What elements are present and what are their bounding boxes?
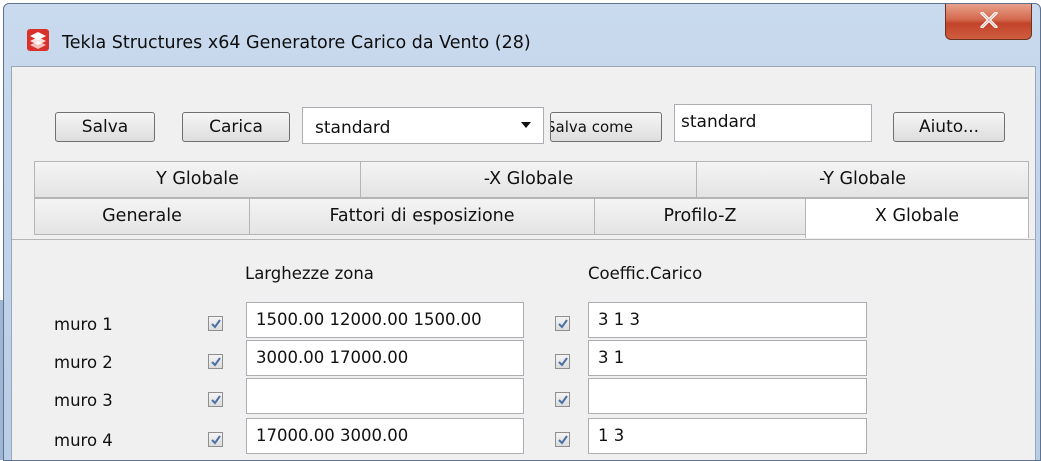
wall-3-zone-checkbox[interactable] [208, 392, 223, 407]
wall-3-zone-widths-input[interactable] [246, 378, 524, 414]
checkmark-icon [211, 435, 221, 445]
tab-fattori-di-esposizione[interactable]: Fattori di esposizione [249, 198, 595, 235]
wall-4-label: muro 4 [54, 431, 113, 450]
wall-4-zone-checkbox[interactable] [208, 432, 223, 447]
dialog-client-area: Salva Carica standard Salva come standar… [11, 66, 1036, 460]
wall-2-load-coeff-input[interactable]: 3 1 [588, 340, 867, 376]
wall-2-coeff-checkbox[interactable] [555, 354, 570, 369]
preset-select[interactable]: standard [302, 107, 544, 144]
tab-panel-x-globale: Larghezze zona Coeffic.Carico muro 1 150… [12, 239, 1035, 460]
wall-2-zone-widths-input[interactable]: 3000.00 17000.00 [246, 340, 524, 376]
checkmark-icon [558, 435, 568, 445]
save-button[interactable]: Salva [55, 112, 155, 142]
checkmark-icon [558, 319, 568, 329]
save-as-button-label: Salva come [550, 118, 633, 136]
tab-y-globale[interactable]: Y Globale [34, 161, 361, 198]
wall-1-load-coeff-input[interactable]: 3 1 3 [588, 302, 867, 338]
checkmark-icon [211, 319, 221, 329]
tab-x-globale[interactable]: X Globale [805, 198, 1029, 238]
desktop: Tekla Structures x64 Generatore Carico d… [0, 0, 1041, 461]
save-as-button[interactable]: Salva come [550, 112, 662, 142]
wall-1-zone-widths-input[interactable]: 1500.00 12000.00 1500.00 [246, 302, 524, 338]
wall-1-coeff-checkbox[interactable] [555, 316, 570, 331]
load-button[interactable]: Carica [182, 112, 290, 142]
save-as-name-input[interactable]: standard [674, 104, 872, 142]
tab-profilo-z[interactable]: Profilo-Z [594, 198, 806, 235]
column-header-load-coefficients: Coeffic.Carico [588, 264, 703, 283]
checkmark-icon [558, 357, 568, 367]
tab-generale[interactable]: Generale [34, 198, 250, 235]
wind-load-generator-dialog: Tekla Structures x64 Generatore Carico d… [3, 3, 1041, 461]
wall-4-coeff-checkbox[interactable] [555, 432, 570, 447]
tab-minus-x-globale[interactable]: -X Globale [360, 161, 697, 198]
wall-2-zone-checkbox[interactable] [208, 354, 223, 369]
preset-select-value: standard [315, 118, 391, 138]
wall-2-label: muro 2 [54, 353, 113, 372]
tekla-app-icon [27, 29, 49, 51]
wall-3-coeff-checkbox[interactable] [555, 392, 570, 407]
close-icon [980, 12, 998, 28]
wall-4-zone-widths-input[interactable]: 17000.00 3000.00 [246, 418, 524, 454]
wall-3-label: muro 3 [54, 391, 113, 410]
close-button[interactable] [945, 4, 1032, 40]
checkmark-icon [558, 395, 568, 405]
wall-4-load-coeff-input[interactable]: 1 3 [588, 418, 867, 454]
chevron-down-icon [521, 122, 531, 128]
column-header-zone-widths: Larghezze zona [245, 264, 374, 283]
title-bar[interactable]: Tekla Structures x64 Generatore Carico d… [4, 4, 1040, 64]
wall-1-zone-checkbox[interactable] [208, 316, 223, 331]
help-button[interactable]: Aiuto... [893, 112, 1005, 142]
wall-3-load-coeff-input[interactable] [588, 378, 867, 414]
tab-minus-y-globale[interactable]: -Y Globale [696, 161, 1029, 198]
wall-1-label: muro 1 [54, 315, 113, 334]
window-title: Tekla Structures x64 Generatore Carico d… [62, 33, 531, 53]
checkmark-icon [211, 357, 221, 367]
checkmark-icon [211, 395, 221, 405]
